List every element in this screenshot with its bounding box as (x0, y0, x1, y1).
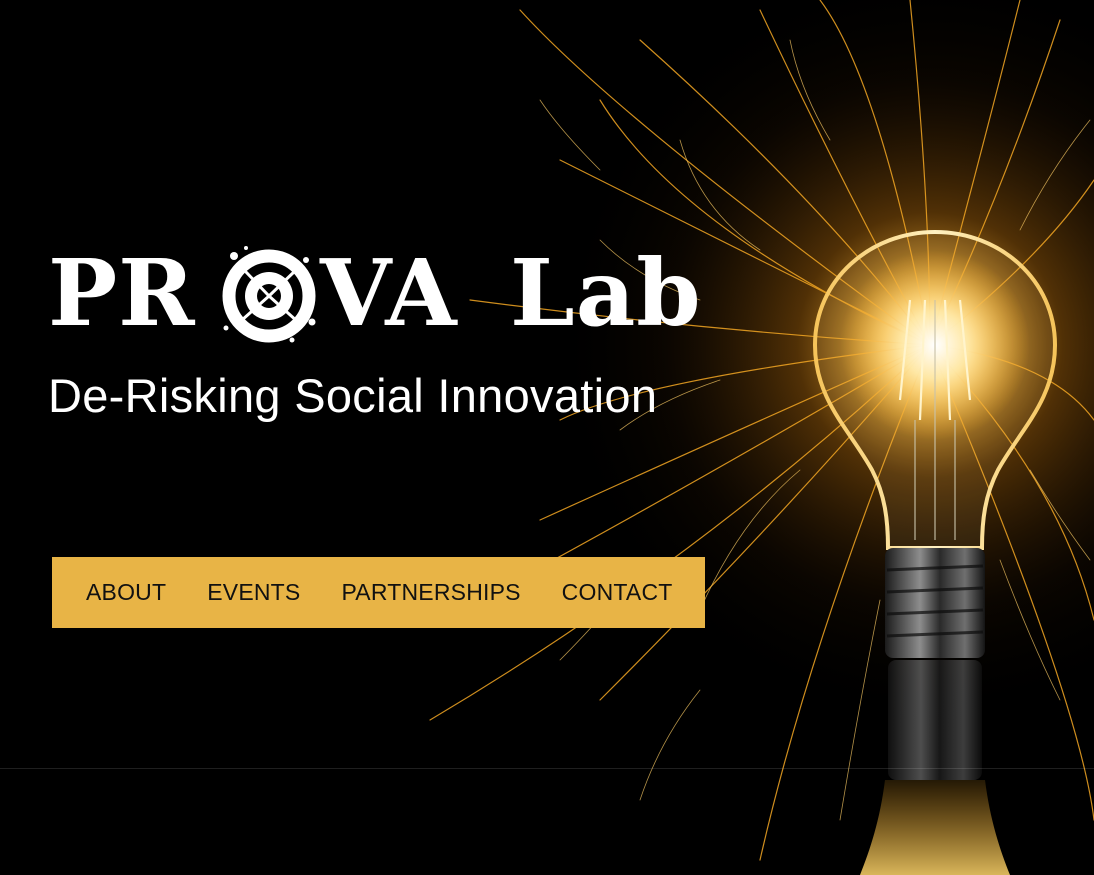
nav-item-events[interactable]: EVENTS (207, 579, 300, 606)
nav-item-about[interactable]: ABOUT (86, 579, 166, 606)
logo[interactable]: PR VA Lab (48, 238, 708, 348)
nav-item-partnerships[interactable]: PARTNERSHIPS (341, 579, 520, 606)
main-nav: ABOUT EVENTS PARTNERSHIPS CONTACT (52, 557, 705, 628)
logo-text-part3: Lab (510, 239, 702, 347)
logo-text-part1: PR (48, 239, 196, 347)
lightbulb-sparks-photo (0, 0, 1094, 875)
tagline: De-Risking Social Innovation (48, 369, 658, 422)
section-divider (0, 768, 1094, 769)
hero-section: PR VA Lab De-Risking Social Innovation A… (0, 0, 1094, 875)
nav-item-contact[interactable]: CONTACT (562, 579, 673, 606)
splatter-o-icon (222, 246, 316, 343)
logo-text-part2: VA (320, 239, 458, 347)
